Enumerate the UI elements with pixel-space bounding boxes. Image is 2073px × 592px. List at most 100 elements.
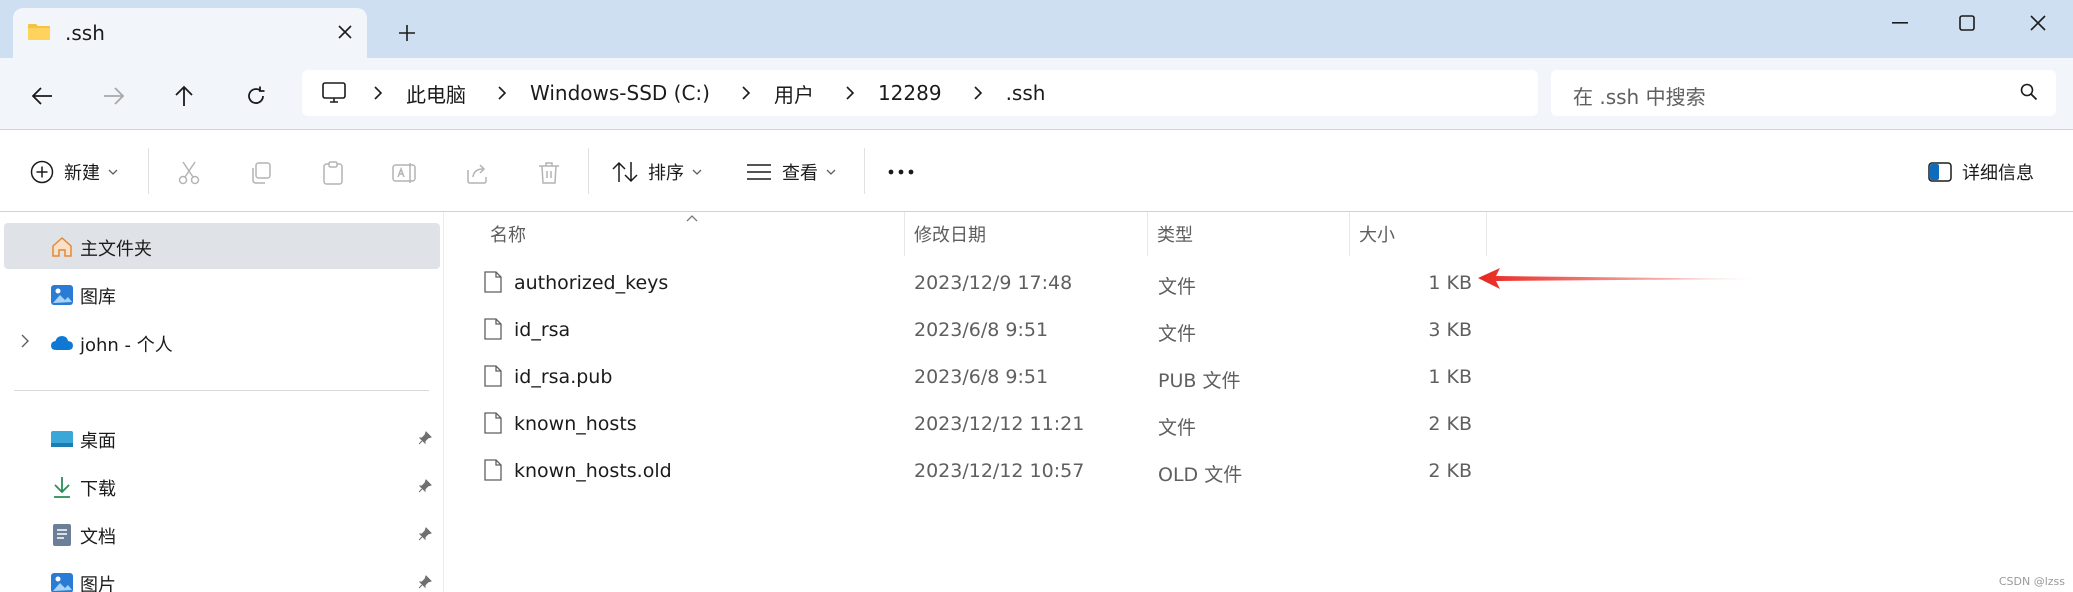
delete-icon[interactable] [532, 156, 566, 190]
home-icon [52, 236, 72, 257]
chevron-down-icon [108, 169, 118, 175]
file-date: 2023/12/12 11:21 [914, 413, 1085, 435]
table-row[interactable]: known_hosts.old 2023/12/12 10:57 OLD 文件 … [456, 447, 1936, 494]
chevron-right-icon[interactable] [968, 83, 988, 103]
column-header-date[interactable]: 修改日期 [914, 212, 986, 256]
details-pane-icon [1928, 162, 1952, 182]
back-button[interactable] [22, 76, 62, 116]
chevron-right-icon[interactable] [840, 83, 860, 103]
breadcrumb-item[interactable]: .ssh [1006, 81, 1046, 105]
sidebar-item-desktop[interactable]: 桌面 [4, 415, 440, 461]
copy-icon[interactable] [244, 156, 278, 190]
table-row[interactable]: known_hosts 2023/12/12 11:21 文件 2 KB [456, 400, 1936, 447]
sidebar-item-label: 图片 [80, 575, 116, 592]
more-options-button[interactable] [888, 154, 914, 190]
chevron-down-icon [692, 169, 702, 175]
table-row[interactable]: id_rsa 2023/6/8 9:51 文件 3 KB [456, 306, 1936, 353]
rename-icon[interactable] [388, 156, 422, 190]
pin-icon[interactable] [418, 479, 432, 493]
file-size: 3 KB [1428, 319, 1472, 341]
column-header-name[interactable]: 名称 [490, 212, 526, 256]
column-separator[interactable] [1147, 212, 1148, 256]
address-bar[interactable]: 此电脑 Windows-SSD (C:) 用户 12289 .ssh [302, 70, 1538, 116]
cut-icon[interactable] [172, 156, 206, 190]
file-type: 文件 [1158, 276, 1197, 298]
minimize-icon[interactable] [1880, 8, 1920, 38]
table-row[interactable]: id_rsa.pub 2023/6/8 9:51 PUB 文件 1 KB [456, 353, 1936, 400]
paste-icon[interactable] [316, 156, 350, 190]
file-name: id_rsa.pub [514, 366, 613, 388]
file-type: 文件 [1158, 417, 1197, 439]
view-button[interactable]: 查看 [746, 154, 836, 190]
file-name: known_hosts [514, 413, 637, 435]
sidebar-item-gallery[interactable]: 图库 [4, 271, 440, 317]
file-date: 2023/12/12 10:57 [914, 460, 1085, 482]
download-icon [54, 477, 70, 498]
chevron-right-icon[interactable] [736, 83, 756, 103]
breadcrumb-item[interactable]: 此电脑 [406, 79, 466, 108]
column-header-type[interactable]: 类型 [1157, 212, 1193, 256]
refresh-button[interactable] [236, 76, 276, 116]
annotation-arrow [1478, 268, 1758, 289]
file-type: OLD 文件 [1158, 464, 1243, 486]
sort-button[interactable]: 排序 [612, 154, 702, 190]
pin-icon[interactable] [418, 575, 432, 589]
separator [864, 148, 865, 194]
view-list-icon [747, 164, 771, 180]
search-input[interactable]: 在 .ssh 中搜索 [1551, 70, 2056, 116]
sidebar-item-label: 主文件夹 [80, 239, 152, 260]
watermark: CSDN @lzss [1998, 575, 2065, 588]
pictures-icon [51, 573, 73, 592]
file-size: 2 KB [1428, 413, 1472, 435]
pin-icon[interactable] [418, 431, 432, 445]
chevron-right-icon[interactable] [492, 83, 512, 103]
breadcrumb-item[interactable]: 12289 [878, 81, 942, 105]
new-tab-button[interactable] [392, 18, 422, 48]
search-placeholder: 在 .ssh 中搜索 [1573, 85, 1706, 109]
desktop-icon [51, 431, 73, 447]
file-date: 2023/6/8 9:51 [914, 319, 1049, 341]
separator [588, 148, 589, 194]
tab-ssh[interactable]: .ssh [13, 8, 367, 58]
file-icon [484, 365, 502, 387]
file-name: known_hosts.old [514, 460, 672, 482]
forward-button[interactable] [94, 76, 134, 116]
sidebar-item-downloads[interactable]: 下载 [4, 463, 440, 509]
chevron-right-icon[interactable] [368, 83, 388, 103]
tab-close-icon[interactable] [331, 18, 359, 46]
share-icon[interactable] [460, 156, 494, 190]
file-date: 2023/6/8 9:51 [914, 366, 1049, 388]
column-separator[interactable] [904, 212, 905, 256]
breadcrumb-item[interactable]: Windows-SSD (C:) [530, 81, 710, 105]
onedrive-cloud-icon [51, 336, 73, 350]
sidebar-item-home[interactable]: 主文件夹 [4, 223, 440, 269]
new-button[interactable]: 新建 [30, 154, 118, 190]
sidebar-item-label: 桌面 [80, 431, 116, 452]
window-close-icon[interactable] [2018, 8, 2058, 38]
file-list: 名称 修改日期 类型 大小 authorized_keys 2023/12/9 … [444, 212, 2073, 592]
plus-circle-icon [30, 160, 54, 184]
chevron-down-icon [826, 169, 836, 175]
sort-label: 排序 [648, 163, 684, 184]
maximize-icon[interactable] [1947, 8, 1987, 38]
refresh-icon [248, 86, 265, 104]
column-separator[interactable] [1349, 212, 1350, 256]
column-name-label: 名称 [490, 225, 526, 246]
navigation-pane: 主文件夹 图库 john - 个人 桌面 下载 文档 图片 [0, 212, 444, 592]
separator [148, 148, 149, 194]
details-pane-button[interactable]: 详细信息 [1928, 154, 2034, 190]
sidebar-item-onedrive[interactable]: john - 个人 [4, 319, 440, 365]
sidebar-item-label: 图库 [80, 287, 116, 308]
column-header-size[interactable]: 大小 [1359, 212, 1395, 256]
column-separator[interactable] [1486, 212, 1487, 256]
sidebar-item-pictures[interactable]: 图片 [4, 559, 440, 592]
view-label: 查看 [782, 163, 818, 184]
breadcrumb-item[interactable]: 用户 [774, 79, 814, 108]
folder-icon [28, 24, 50, 40]
pin-icon[interactable] [418, 527, 432, 541]
chevron-right-icon[interactable] [20, 333, 30, 349]
up-button[interactable] [164, 76, 204, 116]
sidebar-item-documents[interactable]: 文档 [4, 511, 440, 557]
new-label: 新建 [64, 163, 100, 184]
file-name: authorized_keys [514, 272, 669, 294]
